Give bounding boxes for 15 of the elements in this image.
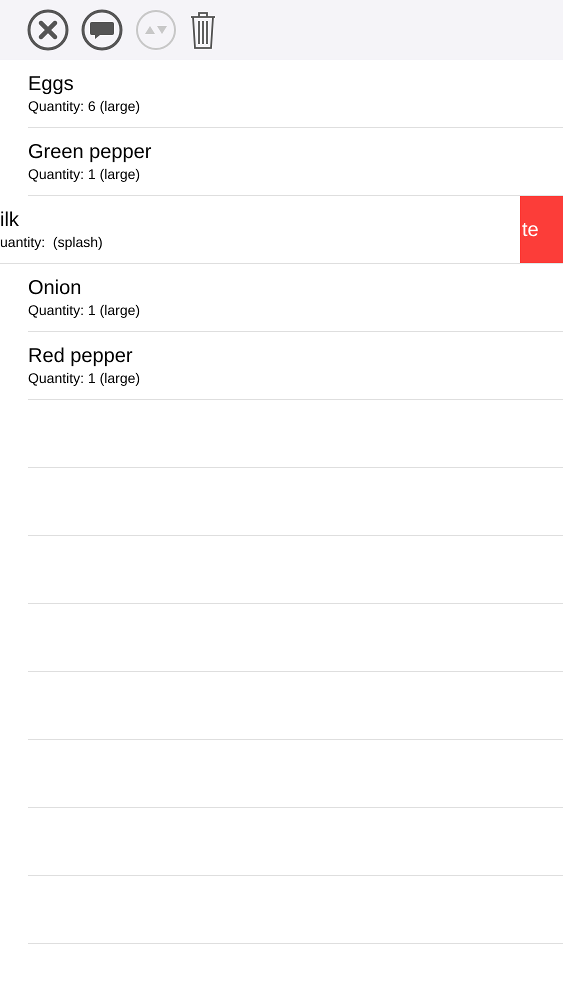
- item-quantity: Quantity: 1 (large): [28, 300, 142, 320]
- item-name: Eggs: [28, 72, 75, 96]
- item-name: Onion: [28, 276, 82, 300]
- item-quantity: Quantity: 1 (large): [28, 164, 142, 184]
- item-quantity: uantity: (splash): [0, 232, 104, 252]
- item-name: Green pepper: [28, 140, 152, 164]
- delete-button[interactable]: te: [520, 196, 563, 263]
- item-quantity: Quantity: 1 (large): [28, 368, 142, 388]
- item-name: Red pepper: [28, 344, 134, 368]
- trash-icon[interactable]: [189, 10, 217, 50]
- list-row[interactable]: ilk uantity: (splash) te: [0, 196, 563, 264]
- item-name: ilk: [0, 208, 20, 232]
- item-quantity: Quantity: 6 (large): [28, 96, 142, 116]
- speech-bubble-icon[interactable]: [81, 9, 123, 51]
- close-icon[interactable]: [27, 9, 69, 51]
